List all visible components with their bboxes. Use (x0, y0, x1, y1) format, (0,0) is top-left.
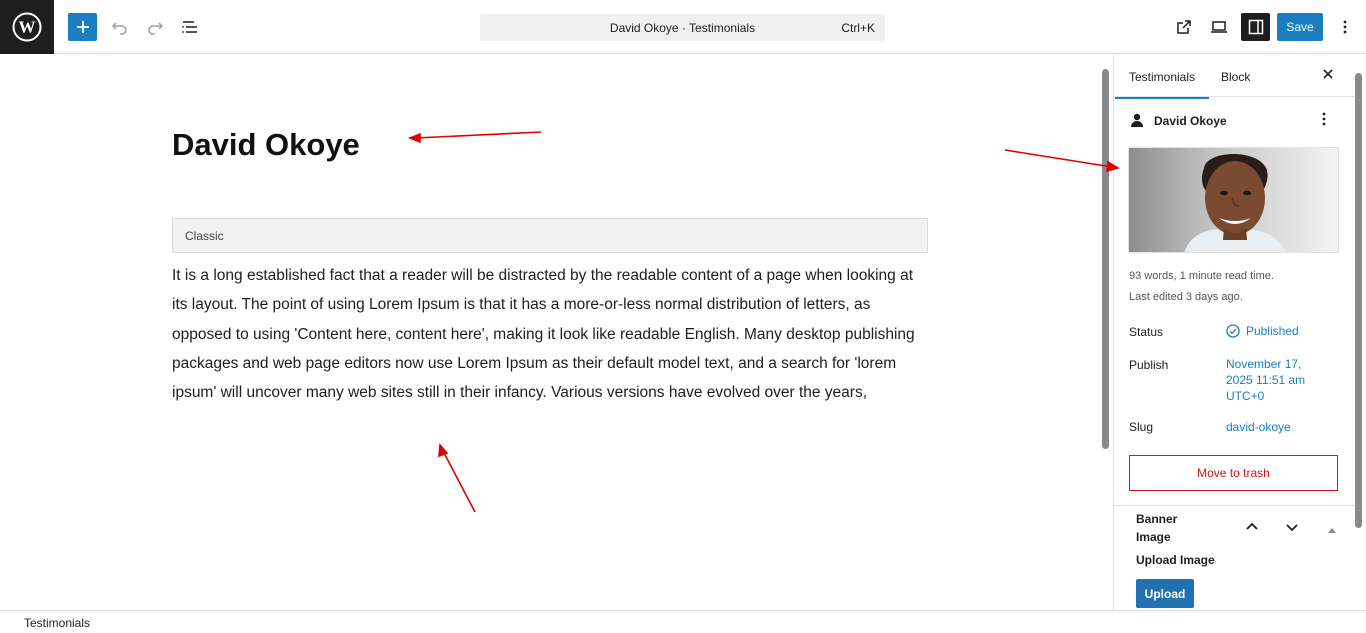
featured-image[interactable] (1128, 147, 1339, 253)
undo-button[interactable] (108, 15, 132, 39)
publish-date-button[interactable]: November 17, 2025 11:51 am UTC+0 (1226, 356, 1305, 404)
publish-date-line: November 17, (1226, 357, 1302, 371)
close-icon (1323, 69, 1333, 79)
triangle-up-icon (1328, 528, 1336, 533)
breadcrumb-item[interactable]: Testimonials (24, 616, 90, 630)
add-block-button[interactable] (68, 13, 97, 41)
desktop-preview-icon (1211, 21, 1227, 33)
status-label: Status (1129, 325, 1164, 339)
more-vertical-icon (1322, 112, 1326, 126)
command-shortcut: Ctrl+K (841, 21, 875, 35)
tab-block[interactable]: Block (1221, 70, 1250, 84)
tab-testimonials[interactable]: Testimonials (1114, 70, 1210, 99)
wordpress-logo-icon[interactable]: W (0, 0, 54, 54)
publish-date-line: UTC+0 (1226, 389, 1265, 403)
upload-button[interactable]: Upload (1136, 579, 1194, 608)
classic-block-content[interactable]: It is a long established fact that a rea… (172, 261, 932, 407)
block-breadcrumb-bar: Testimonials (0, 610, 1366, 633)
save-button[interactable]: Save (1277, 13, 1323, 41)
status-value: Published (1246, 324, 1299, 338)
settings-sidebar: Testimonials Block David Okoye 93 words,… (1113, 55, 1366, 610)
svg-text:W: W (19, 18, 36, 37)
plus-icon (76, 21, 89, 33)
slug-label: Slug (1129, 420, 1154, 434)
chevron-down-icon (1286, 524, 1298, 532)
device-preview-button[interactable] (1207, 15, 1231, 39)
redo-button[interactable] (143, 15, 167, 39)
canvas-scrollbar-thumb[interactable] (1102, 69, 1109, 449)
publish-date-line: 2025 11:51 am (1226, 373, 1306, 387)
command-palette-bar[interactable]: David Okoye · Testimonials Ctrl+K (480, 14, 885, 41)
move-down-button[interactable] (1285, 520, 1299, 538)
options-menu-button[interactable] (1333, 15, 1357, 39)
move-to-trash-button[interactable]: Move to trash (1129, 455, 1338, 491)
editor-topbar: W David Okoye · Testimonials Ctrl+K Save (0, 0, 1366, 54)
close-sidebar-button[interactable] (1322, 67, 1334, 85)
post-summary-header: David Okoye (1130, 113, 1227, 128)
sidebar-scrollbar[interactable] (1354, 69, 1363, 605)
document-overview-button[interactable] (178, 15, 202, 39)
last-edited-text: Last edited 3 days ago. (1129, 291, 1243, 303)
post-meta: 93 words, 1 minute read time. Last edite… (1129, 266, 1274, 308)
undo-icon (111, 22, 127, 35)
sidebar-scrollbar-thumb[interactable] (1355, 73, 1362, 528)
banner-image-panel-title: Banner Image (1136, 512, 1178, 544)
document-title: David Okoye · Testimonials (609, 21, 756, 35)
upload-image-label: Upload Image (1136, 553, 1215, 567)
publish-label: Publish (1129, 358, 1169, 372)
featured-image-photo (1129, 148, 1338, 252)
view-post-button[interactable] (1172, 15, 1196, 39)
settings-sidebar-toggle[interactable] (1241, 13, 1270, 41)
post-title[interactable]: David Okoye (172, 127, 360, 163)
move-up-button[interactable] (1245, 518, 1259, 536)
status-value-button[interactable]: Published (1226, 323, 1299, 339)
sidebar-toggle-icon (1248, 19, 1263, 35)
redo-icon (148, 22, 164, 35)
toggle-panel-button[interactable] (1327, 521, 1337, 539)
external-link-icon (1177, 20, 1191, 34)
canvas-scrollbar[interactable] (1101, 69, 1110, 605)
post-summary-title: David Okoye (1154, 113, 1227, 128)
person-icon (1131, 113, 1143, 127)
document-overview-icon (182, 21, 197, 33)
sidebar-tabs: Testimonials Block (1114, 55, 1354, 99)
editor-canvas: David Okoye Classic It is a long establi… (0, 55, 1113, 610)
published-check-icon (1226, 324, 1240, 338)
post-actions-button[interactable] (1322, 111, 1326, 132)
chevron-up-icon (1246, 522, 1258, 530)
classic-block-label: Classic (185, 229, 224, 243)
slug-value[interactable]: david-okoye (1226, 419, 1291, 435)
more-vertical-icon (1343, 20, 1347, 34)
word-count-text: 93 words, 1 minute read time. (1129, 270, 1274, 282)
classic-block-toolbar[interactable]: Classic (172, 218, 928, 253)
panel-divider (1114, 505, 1354, 506)
